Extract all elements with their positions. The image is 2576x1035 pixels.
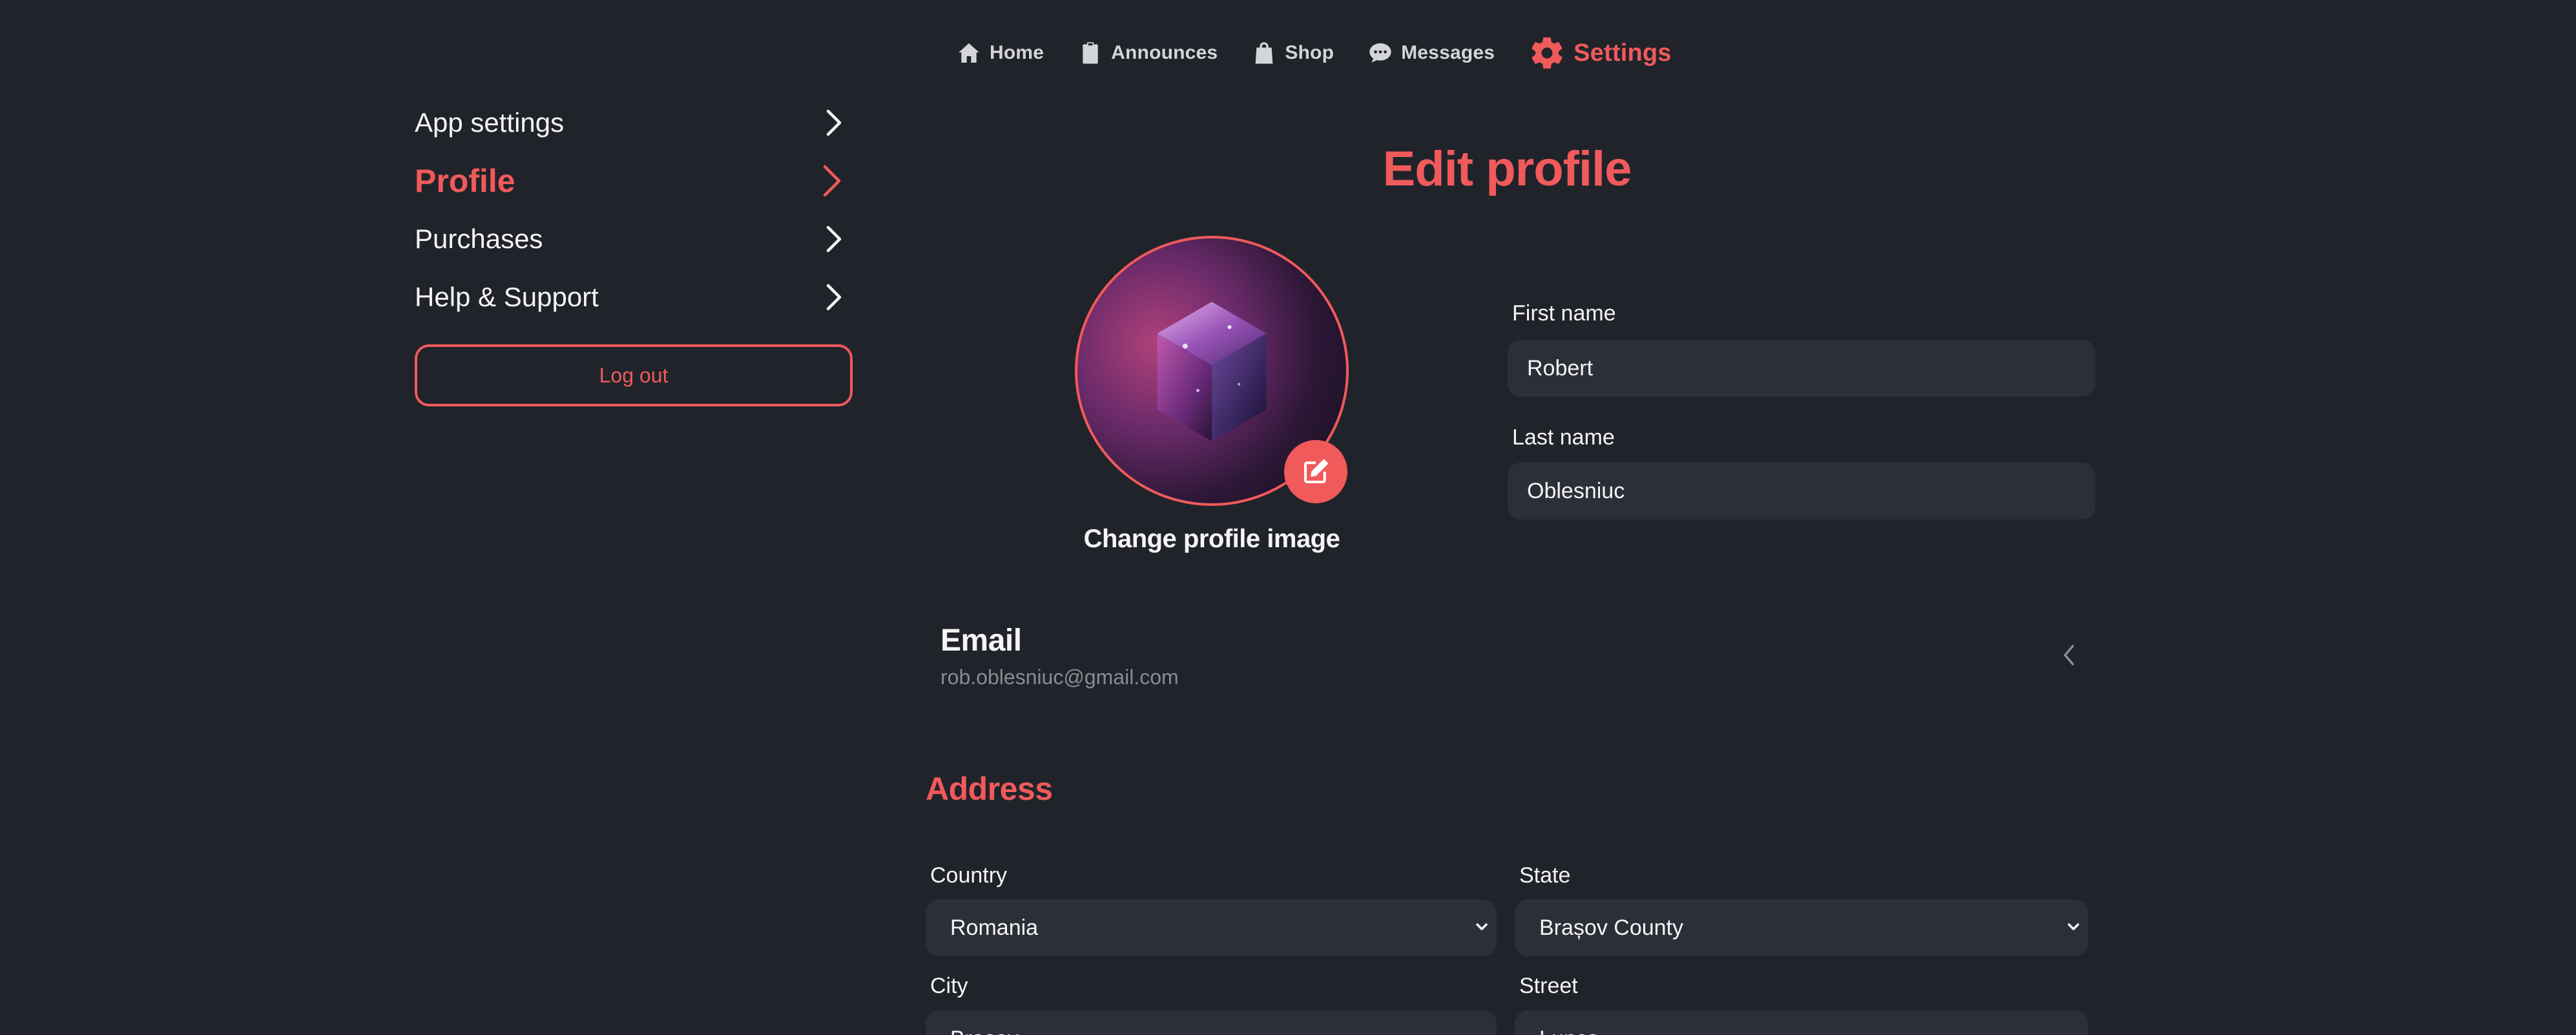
email-value: rob.oblesniuc@gmail.com xyxy=(940,665,1179,689)
sidebar-item-app-settings[interactable]: App settings xyxy=(415,94,853,152)
email-title: Email xyxy=(940,623,1022,658)
settings-sidebar: App settings Profile Purchases Help & Su… xyxy=(415,94,853,406)
nav-item-shop[interactable]: Shop xyxy=(1251,40,1334,66)
nav-item-settings[interactable]: Settings xyxy=(1528,34,1672,72)
page-title: Edit profile xyxy=(1382,141,1632,196)
city-label: City xyxy=(930,974,968,998)
chevron-right-icon xyxy=(826,225,842,253)
clipboard-icon xyxy=(1077,40,1103,66)
gear-icon xyxy=(1528,34,1566,72)
chevron-down-icon xyxy=(2068,923,2079,930)
chevron-right-icon xyxy=(826,109,842,136)
edit-icon xyxy=(1304,459,1329,483)
street-input[interactable] xyxy=(1515,1010,2088,1035)
sidebar-item-label: Help & Support xyxy=(415,282,599,312)
nav-label-settings: Settings xyxy=(1574,39,1672,67)
logout-button[interactable]: Log out xyxy=(415,344,853,406)
sidebar-item-label: Purchases xyxy=(415,224,543,254)
sidebar-item-label: Profile xyxy=(415,163,515,199)
state-selected-value: Brașov County xyxy=(1539,915,1683,940)
country-selected-value: Romania xyxy=(950,915,1039,940)
last-name-label: Last name xyxy=(1512,425,1615,450)
nav-item-messages[interactable]: Messages xyxy=(1367,40,1495,66)
chevron-right-icon xyxy=(823,165,841,197)
page: Home Announces Shop Messages Settings Ap… xyxy=(0,0,2576,1035)
first-name-input[interactable] xyxy=(1508,340,2095,397)
last-name-input[interactable] xyxy=(1508,463,2095,519)
chevron-left-icon xyxy=(2064,645,2074,665)
avatar-container xyxy=(1075,236,1349,506)
sidebar-item-label: App settings xyxy=(415,107,565,138)
state-label: State xyxy=(1519,863,1571,888)
nav-label-messages: Messages xyxy=(1401,42,1495,63)
chevron-right-icon xyxy=(826,284,842,311)
email-row[interactable]: Email rob.oblesniuc@gmail.com xyxy=(940,619,2077,696)
street-label: Street xyxy=(1519,974,1578,998)
sidebar-item-help-support[interactable]: Help & Support xyxy=(415,268,853,326)
nav-label-shop: Shop xyxy=(1285,42,1335,63)
chat-bubble-icon xyxy=(1367,40,1393,66)
country-select[interactable]: Romania xyxy=(926,899,1497,956)
shopping-bag-icon xyxy=(1251,40,1277,66)
nav-item-announces[interactable]: Announces xyxy=(1077,40,1218,66)
nav-item-home[interactable]: Home xyxy=(956,40,1044,66)
chevron-down-icon xyxy=(1476,923,1488,930)
sidebar-item-purchases[interactable]: Purchases xyxy=(415,210,853,268)
nav-label-home: Home xyxy=(990,42,1044,63)
city-input[interactable] xyxy=(926,1010,1497,1035)
address-section-title: Address xyxy=(926,771,1053,807)
country-label: Country xyxy=(930,863,1008,888)
top-nav: Home Announces Shop Messages Settings xyxy=(956,34,1672,72)
home-icon xyxy=(956,40,982,66)
sidebar-item-profile[interactable]: Profile xyxy=(415,152,853,210)
nav-label-announces: Announces xyxy=(1111,42,1218,63)
state-select[interactable]: Brașov County xyxy=(1515,899,2088,956)
change-profile-image-button[interactable]: Change profile image xyxy=(1008,525,1416,554)
edit-avatar-button[interactable] xyxy=(1284,440,1347,503)
first-name-label: First name xyxy=(1512,301,1616,326)
